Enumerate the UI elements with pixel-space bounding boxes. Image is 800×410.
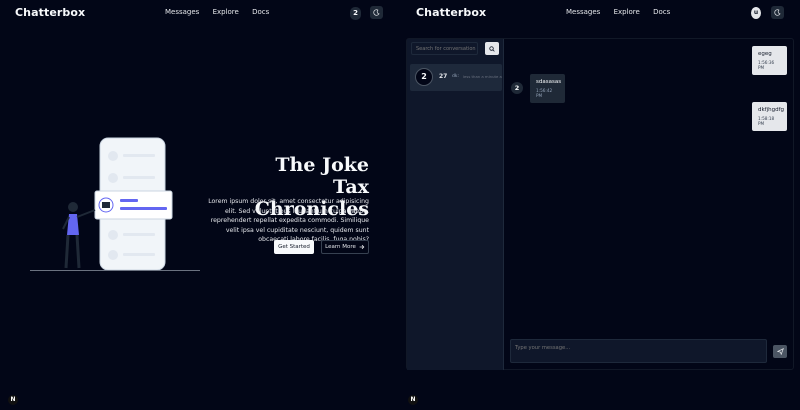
message-text: dkfjhgdfg [758,107,785,113]
hero-illustration [62,137,173,271]
message-time: 1:58:18 PM [758,116,775,126]
message-bubble: egeg 1:56:36 PM [752,46,787,75]
conversation-time: less than a minute ago [463,74,502,79]
message-bubble: sdasasas 1:56:42 PM [530,74,565,103]
search-input[interactable] [411,42,478,55]
message-bubble: dkfjhgdfg 1:58:18 PM [752,102,787,131]
learn-more-label: Learn More [325,244,356,250]
nav-link-explore[interactable]: Explore [614,8,640,16]
nav-links: Messages Explore Docs [165,8,280,16]
nav-link-docs[interactable]: Docs [653,8,670,16]
message-text: sdasasas [536,79,562,85]
message-input[interactable] [510,339,767,363]
nav-link-docs[interactable]: Docs [252,8,269,16]
nav-link-messages[interactable]: Messages [165,8,199,16]
arrow-right-icon [359,244,365,250]
moon-icon [774,9,781,16]
floor-line [30,270,200,271]
nextjs-logo-icon[interactable]: N [8,395,18,405]
send-icon [776,348,784,355]
top-nav: Chatterbox Messages Explore Docs 2 [0,0,400,26]
conversation-avatar: 2 [415,68,433,86]
search-button[interactable] [485,42,499,55]
nav-links: Messages Explore Docs [566,8,681,16]
message-time: 1:56:36 PM [758,60,775,70]
nextjs-logo-icon[interactable]: N [408,395,418,405]
sender-avatar: 2 [511,82,523,94]
chat-page: Chatterbox Messages Explore Docs u 2 27 … [400,0,800,410]
brand-logo[interactable]: Chatterbox [15,6,85,19]
notification-badge[interactable]: 2 [350,7,361,20]
brand-logo[interactable]: Chatterbox [416,6,486,19]
conversation-name: 27 [439,73,448,80]
nav-link-explore[interactable]: Explore [213,8,239,16]
user-avatar[interactable]: u [751,7,761,19]
conversation-item[interactable]: 2 27 dk: less than a minute ago [410,64,502,91]
message-text: egeg [758,51,772,57]
message-time: 1:56:42 PM [536,88,553,98]
top-nav: Chatterbox Messages Explore Docs u [400,0,800,26]
get-started-button[interactable]: Get Started [274,240,314,254]
conversation-preview: dk: [452,74,459,79]
theme-toggle-button[interactable] [370,6,383,19]
nav-link-messages[interactable]: Messages [566,8,600,16]
hero-title-line-1: The Joke Tax [275,154,369,198]
theme-toggle-button[interactable] [771,6,784,19]
hero-description: Lorem ipsum dolor sit, amet consectetur … [208,198,369,243]
landing-page: Chatterbox Messages Explore Docs 2 The J… [0,0,400,410]
moon-icon [373,9,380,16]
send-button[interactable] [773,345,787,358]
learn-more-button[interactable]: Learn More [321,240,369,254]
conversation-sidebar: 2 27 dk: less than a minute ago [407,39,504,370]
search-icon [489,45,495,52]
